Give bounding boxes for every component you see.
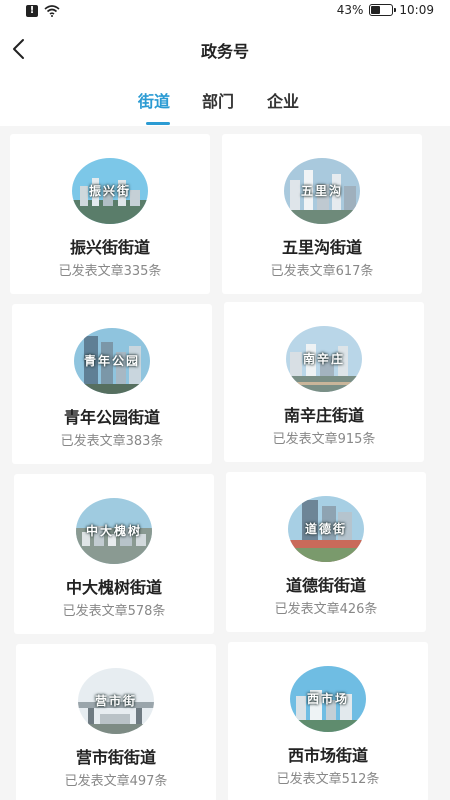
article-count: 已发表文章578条 bbox=[62, 604, 166, 619]
article-count: 已发表文章426条 bbox=[274, 602, 378, 617]
thumbnail-caption: 振兴街 bbox=[88, 184, 131, 198]
street-thumbnail: 南辛庄 bbox=[286, 326, 362, 392]
street-card-qingniangongyuan[interactable]: 青年公园 青年公园街道 已发表文章383条 bbox=[12, 304, 212, 464]
street-name: 五里沟街道 bbox=[281, 238, 362, 257]
status-bar: ! 43% 10:09 bbox=[0, 0, 450, 24]
wifi-icon bbox=[44, 5, 60, 17]
alert-icon: ! bbox=[26, 5, 38, 17]
clock: 10:09 bbox=[399, 3, 434, 17]
active-tab-indicator bbox=[146, 122, 170, 125]
article-count: 已发表文章915条 bbox=[272, 432, 376, 447]
thumbnail-caption: 营市街 bbox=[94, 694, 137, 708]
article-count: 已发表文章617条 bbox=[270, 264, 374, 279]
article-count: 已发表文章497条 bbox=[64, 774, 168, 789]
tab-enterprises[interactable]: 企业 bbox=[267, 88, 299, 112]
tab-bar: 街道 部门 企业 bbox=[0, 74, 450, 126]
thumbnail-caption: 南辛庄 bbox=[302, 352, 345, 366]
status-right: 43% 10:09 bbox=[337, 3, 434, 17]
navigation-bar: 政务号 bbox=[0, 24, 450, 74]
street-card-grid: 振兴街 振兴街街道 已发表文章335条 五里沟 五里沟街道 已发表文章617条 bbox=[0, 126, 450, 800]
street-thumbnail: 道德街 bbox=[288, 496, 364, 562]
thumbnail-caption: 道德街 bbox=[304, 522, 347, 536]
street-thumbnail: 中大槐树 bbox=[76, 498, 152, 564]
article-count: 已发表文章335条 bbox=[58, 264, 162, 279]
street-card-wuligou[interactable]: 五里沟 五里沟街道 已发表文章617条 bbox=[222, 134, 422, 294]
thumbnail-caption: 中大槐树 bbox=[85, 524, 142, 538]
thumbnail-caption: 五里沟 bbox=[300, 184, 343, 198]
street-name: 营市街街道 bbox=[75, 748, 156, 767]
article-count: 已发表文章383条 bbox=[60, 434, 164, 449]
tab-streets[interactable]: 街道 bbox=[138, 88, 170, 112]
status-left: ! bbox=[26, 5, 60, 17]
street-card-yingshijie[interactable]: 营市街 营市街街道 已发表文章497条 bbox=[16, 644, 216, 800]
street-name: 振兴街街道 bbox=[69, 238, 150, 257]
street-name: 南辛庄街道 bbox=[283, 406, 364, 425]
battery-percent: 43% bbox=[336, 3, 364, 17]
street-name: 道德街街道 bbox=[285, 576, 366, 595]
street-card-xishichang[interactable]: 西市场 西市场街道 已发表文章512条 bbox=[228, 642, 428, 800]
battery-level bbox=[371, 6, 380, 14]
page-title: 政务号 bbox=[200, 42, 249, 61]
tab-departments[interactable]: 部门 bbox=[202, 88, 234, 112]
street-thumbnail: 振兴街 bbox=[72, 158, 148, 224]
street-card-zhongdahuaishu[interactable]: 中大槐树 中大槐树街道 已发表文章578条 bbox=[14, 474, 214, 634]
thumbnail-caption: 西市场 bbox=[306, 692, 349, 706]
street-card-daodejie[interactable]: 道德街 道德街街道 已发表文章426条 bbox=[226, 472, 426, 632]
street-thumbnail: 营市街 bbox=[78, 668, 154, 734]
article-count: 已发表文章512条 bbox=[276, 772, 380, 787]
street-thumbnail: 五里沟 bbox=[284, 158, 360, 224]
battery-icon bbox=[369, 4, 397, 16]
street-thumbnail: 青年公园 bbox=[74, 328, 150, 394]
street-card-nanxinzhuang[interactable]: 南辛庄 南辛庄街道 已发表文章915条 bbox=[224, 302, 424, 462]
street-name: 中大槐树街道 bbox=[65, 578, 162, 597]
street-thumbnail: 西市场 bbox=[290, 666, 366, 732]
thumbnail-caption: 青年公园 bbox=[83, 354, 140, 368]
street-card-zhenxingjie[interactable]: 振兴街 振兴街街道 已发表文章335条 bbox=[10, 134, 210, 294]
street-name: 青年公园街道 bbox=[63, 408, 160, 427]
street-name: 西市场街道 bbox=[287, 746, 368, 765]
